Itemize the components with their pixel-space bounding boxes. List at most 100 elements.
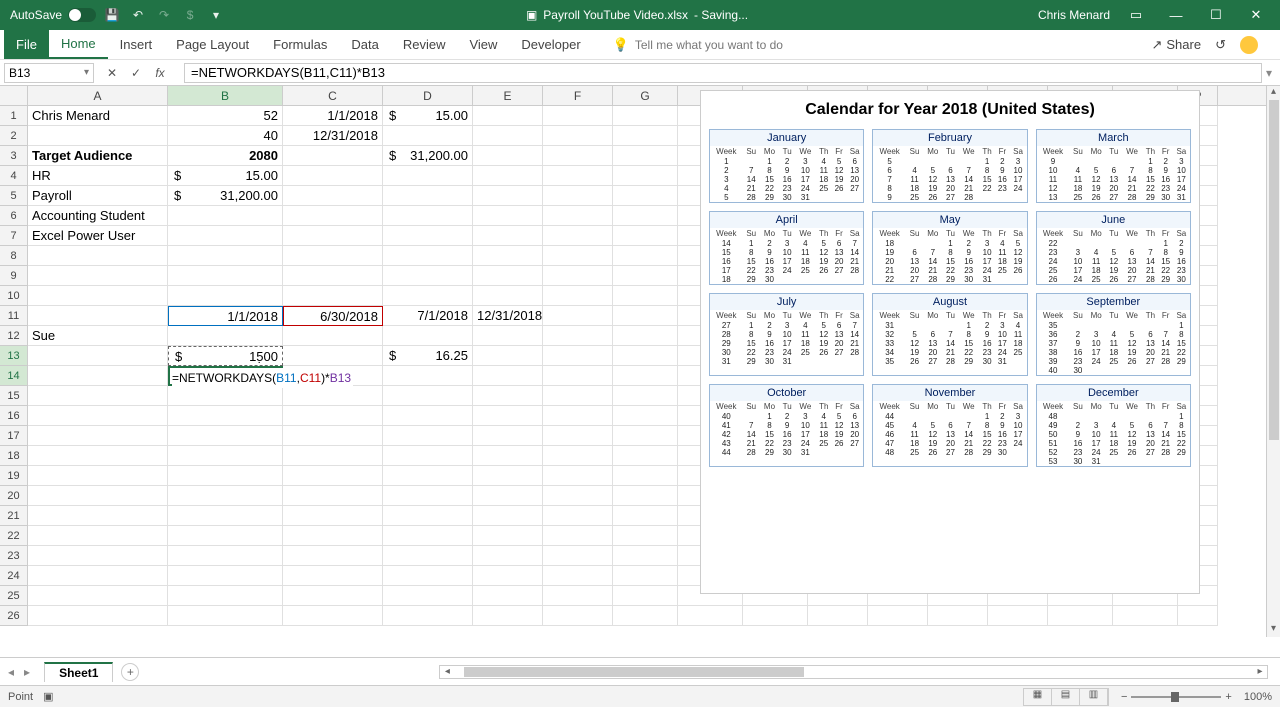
cell-E9[interactable] <box>473 266 543 286</box>
cell-A10[interactable] <box>28 286 168 306</box>
cell-A2[interactable] <box>28 126 168 146</box>
cell-C7[interactable] <box>283 226 383 246</box>
cell-F22[interactable] <box>543 526 613 546</box>
cell-G21[interactable] <box>613 506 678 526</box>
cell-A14[interactable] <box>28 366 168 386</box>
col-header-E[interactable]: E <box>473 86 543 105</box>
cell-E14[interactable] <box>473 366 543 386</box>
qat-customize-icon[interactable]: ▾ <box>206 8 226 22</box>
cell-E4[interactable] <box>473 166 543 186</box>
cell-F14[interactable] <box>543 366 613 386</box>
cell-B20[interactable] <box>168 486 283 506</box>
cell-G2[interactable] <box>613 126 678 146</box>
cell-B11[interactable]: 1/1/2018 <box>168 306 283 326</box>
tab-home[interactable]: Home <box>49 30 108 59</box>
cell-D11[interactable]: 7/1/2018 <box>383 306 473 326</box>
cell-E17[interactable] <box>473 426 543 446</box>
cell-E18[interactable] <box>473 446 543 466</box>
cell-C23[interactable] <box>283 546 383 566</box>
cell-B7[interactable] <box>168 226 283 246</box>
cell-E13[interactable] <box>473 346 543 366</box>
page-break-view-icon[interactable]: ▥ <box>1080 689 1108 705</box>
cell-B4[interactable]: $15.00 <box>168 166 283 186</box>
row-header-26[interactable]: 26 <box>0 606 28 626</box>
cell-D25[interactable] <box>383 586 473 606</box>
cell-A1[interactable]: Chris Menard <box>28 106 168 126</box>
cell-E6[interactable] <box>473 206 543 226</box>
cell-A5[interactable]: Payroll <box>28 186 168 206</box>
page-layout-view-icon[interactable]: ▤ <box>1052 689 1080 705</box>
cell-A25[interactable] <box>28 586 168 606</box>
sheet-nav-first-icon[interactable]: ◂ <box>4 665 18 679</box>
row-header-5[interactable]: 5 <box>0 186 28 206</box>
cell-B2[interactable]: 40 <box>168 126 283 146</box>
row-header-2[interactable]: 2 <box>0 126 28 146</box>
cell-G3[interactable] <box>613 146 678 166</box>
tab-formulas[interactable]: Formulas <box>261 30 339 59</box>
cell-G8[interactable] <box>613 246 678 266</box>
cell-C3[interactable] <box>283 146 383 166</box>
row-header-25[interactable]: 25 <box>0 586 28 606</box>
col-header-G[interactable]: G <box>613 86 678 105</box>
cell-E23[interactable] <box>473 546 543 566</box>
cell-F1[interactable] <box>543 106 613 126</box>
cell-B14[interactable]: =NETWORKDAYS(B11,C11)*B13 <box>168 366 283 386</box>
cell-G25[interactable] <box>613 586 678 606</box>
cell-E25[interactable] <box>473 586 543 606</box>
zoom-out-button[interactable]: − <box>1121 691 1127 703</box>
row-header-18[interactable]: 18 <box>0 446 28 466</box>
spreadsheet-grid[interactable]: A B C D E F G H I J K L M N O P 1Chris M… <box>0 86 1280 657</box>
row-header-9[interactable]: 9 <box>0 266 28 286</box>
cell-C5[interactable] <box>283 186 383 206</box>
cell-F12[interactable] <box>543 326 613 346</box>
cell-F15[interactable] <box>543 386 613 406</box>
cell-G23[interactable] <box>613 546 678 566</box>
cell-E22[interactable] <box>473 526 543 546</box>
close-button[interactable]: ✕ <box>1242 7 1270 23</box>
expand-formula-icon[interactable]: ▾ <box>1262 66 1276 80</box>
cell-F24[interactable] <box>543 566 613 586</box>
cell-F8[interactable] <box>543 246 613 266</box>
cell-D5[interactable] <box>383 186 473 206</box>
col-header-C[interactable]: C <box>283 86 383 105</box>
feedback-icon[interactable] <box>1240 36 1258 54</box>
cell-B16[interactable] <box>168 406 283 426</box>
cell-F25[interactable] <box>543 586 613 606</box>
cell-G16[interactable] <box>613 406 678 426</box>
cell-C19[interactable] <box>283 466 383 486</box>
cell-G9[interactable] <box>613 266 678 286</box>
col-header-B[interactable]: B <box>168 86 283 105</box>
zoom-in-button[interactable]: + <box>1225 691 1231 703</box>
cell-C15[interactable] <box>283 386 383 406</box>
scroll-right-icon[interactable]: ▸ <box>1253 666 1267 677</box>
normal-view-icon[interactable]: ▦ <box>1024 689 1052 705</box>
cell-G24[interactable] <box>613 566 678 586</box>
cell-C9[interactable] <box>283 266 383 286</box>
horizontal-scrollbar[interactable]: ◂ ▸ <box>439 665 1268 679</box>
cell-G5[interactable] <box>613 186 678 206</box>
cell-B1[interactable]: 52 <box>168 106 283 126</box>
cell-D13[interactable]: $16.25 <box>383 346 473 366</box>
cell-A11[interactable] <box>28 306 168 326</box>
cell-D7[interactable] <box>383 226 473 246</box>
cell-G13[interactable] <box>613 346 678 366</box>
row-header-3[interactable]: 3 <box>0 146 28 166</box>
zoom-slider[interactable] <box>1131 696 1221 698</box>
maximize-button[interactable]: ☐ <box>1202 7 1230 23</box>
cell-E7[interactable] <box>473 226 543 246</box>
tab-page-layout[interactable]: Page Layout <box>164 30 261 59</box>
row-header-7[interactable]: 7 <box>0 226 28 246</box>
cell-F11[interactable] <box>543 306 613 326</box>
tab-file[interactable]: File <box>4 30 49 59</box>
fx-icon[interactable]: fx <box>150 66 170 80</box>
cell-E3[interactable] <box>473 146 543 166</box>
cell-E15[interactable] <box>473 386 543 406</box>
row-header-14[interactable]: 14 <box>0 366 28 386</box>
cell-A21[interactable] <box>28 506 168 526</box>
cell-B6[interactable] <box>168 206 283 226</box>
formula-input[interactable]: =NETWORKDAYS(B11,C11)*B13 <box>184 63 1262 83</box>
cell-C18[interactable] <box>283 446 383 466</box>
money-icon[interactable]: $ <box>180 8 200 22</box>
cell-A8[interactable] <box>28 246 168 266</box>
add-sheet-button[interactable]: + <box>121 663 139 681</box>
